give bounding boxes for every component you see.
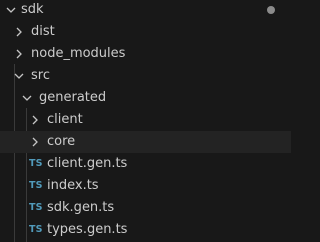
- tree-item-src[interactable]: src: [0, 65, 291, 87]
- tree-item-core[interactable]: core: [0, 131, 291, 153]
- tree-item-index-ts[interactable]: TS index.ts: [0, 175, 291, 197]
- modified-dot-icon: [267, 6, 275, 14]
- tree-item-types-gen-ts[interactable]: TS types.gen.ts: [0, 219, 291, 241]
- tree-item-node-modules[interactable]: node_modules: [0, 43, 291, 65]
- chevron-right-icon[interactable]: [12, 25, 26, 39]
- typescript-file-icon: TS: [29, 158, 43, 169]
- tree-item-dist[interactable]: dist: [0, 21, 291, 43]
- tree-item-label: generated: [39, 90, 107, 105]
- chevron-right-icon[interactable]: [28, 135, 42, 149]
- chevron-right-icon[interactable]: [28, 113, 42, 127]
- tree-item-client[interactable]: client: [0, 109, 291, 131]
- file-explorer: sdk dist node_modules src generated clie…: [0, 0, 291, 242]
- tree-item-label: src: [31, 68, 50, 83]
- chevron-down-icon[interactable]: [4, 3, 18, 17]
- tree-item-sdk-gen-ts[interactable]: TS sdk.gen.ts: [0, 197, 291, 219]
- typescript-file-icon: TS: [29, 180, 43, 191]
- tree-item-label: node_modules: [31, 46, 126, 61]
- tree-item-label: core: [47, 134, 76, 149]
- typescript-file-icon: TS: [29, 224, 43, 235]
- tree-item-generated[interactable]: generated: [0, 87, 291, 109]
- tree-item-label: client.gen.ts: [47, 156, 128, 171]
- root-folder-label: sdk: [21, 2, 44, 17]
- explorer-root-sdk[interactable]: sdk: [0, 0, 291, 21]
- tree-item-label: client: [47, 112, 83, 127]
- typescript-file-icon: TS: [29, 202, 43, 213]
- tree-item-label: dist: [31, 24, 55, 39]
- chevron-right-icon[interactable]: [12, 47, 26, 61]
- tree-item-label: index.ts: [47, 178, 99, 193]
- tree-item-label: types.gen.ts: [47, 222, 128, 237]
- chevron-down-icon[interactable]: [12, 69, 26, 83]
- tree-item-label: sdk.gen.ts: [47, 200, 115, 215]
- tree-item-client-gen-ts[interactable]: TS client.gen.ts: [0, 153, 291, 175]
- chevron-down-icon[interactable]: [20, 91, 34, 105]
